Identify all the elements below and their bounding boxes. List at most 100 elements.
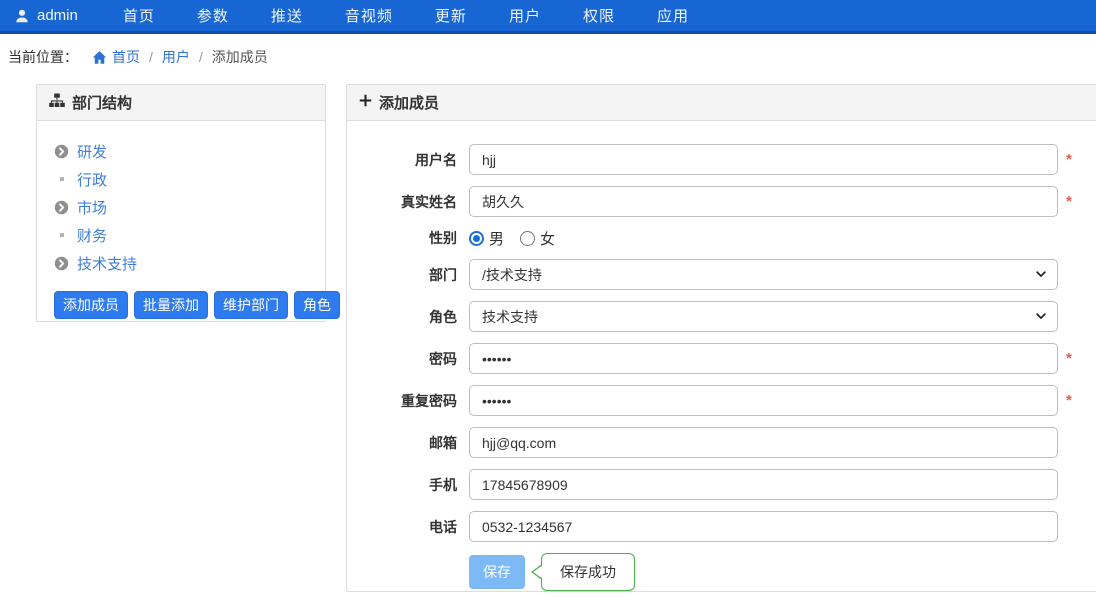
phone-label: 电话 [347, 517, 457, 537]
form-row-phone: 电话 [347, 511, 1096, 542]
gender-option-label: 女 [540, 228, 555, 249]
form-row-username: 用户名 * [347, 144, 1096, 175]
role-label: 角色 [347, 307, 457, 327]
realname-input[interactable] [469, 186, 1058, 217]
email-label: 邮箱 [347, 433, 457, 453]
gender-radio-male[interactable]: 男 [469, 228, 504, 249]
username-label: 用户名 [347, 150, 457, 170]
nav-item-push[interactable]: 推送 [250, 5, 324, 26]
add-member-panel: 添加成员 用户名 * 真实姓名 * 性别 男 [346, 84, 1096, 592]
department-select[interactable]: /技术支持 [469, 259, 1058, 290]
breadcrumb-current: 添加成员 [212, 47, 268, 67]
bullet-icon [54, 228, 69, 243]
required-asterisk: * [1066, 194, 1072, 209]
gender-option-label: 男 [489, 228, 504, 249]
phone-input[interactable] [469, 511, 1058, 542]
password-label: 密码 [347, 349, 457, 369]
breadcrumb-link-home[interactable]: 首页 [112, 47, 140, 67]
success-tooltip: 保存成功 [541, 553, 635, 591]
tree-item-label: 行政 [77, 169, 107, 190]
nav-item-permissions[interactable]: 权限 [562, 5, 636, 26]
radio-unchecked-icon [520, 231, 535, 246]
department-buttons: 添加成员 批量添加 维护部门 角色 [54, 291, 309, 319]
add-member-panel-title: 添加成员 [379, 92, 439, 113]
tree-item-label: 财务 [77, 225, 107, 246]
nav-item-params[interactable]: 参数 [176, 5, 250, 26]
department-select-value: /技术支持 [482, 265, 542, 285]
chevron-circle-icon [54, 200, 69, 215]
password-repeat-label: 重复密码 [347, 391, 457, 411]
nav-item-users[interactable]: 用户 [488, 5, 562, 26]
role-button[interactable]: 角色 [294, 291, 340, 319]
tree-item-label: 市场 [77, 197, 107, 218]
chevron-circle-icon [54, 256, 69, 271]
required-asterisk: * [1066, 351, 1072, 366]
department-tree: 研发 行政 市场 财务 [37, 121, 325, 335]
form-row-role: 角色 技术支持 [347, 301, 1096, 332]
role-select[interactable]: 技术支持 [469, 301, 1058, 332]
add-member-panel-header: 添加成员 [347, 85, 1096, 121]
gender-label: 性别 [347, 228, 457, 248]
username-input[interactable] [469, 144, 1058, 175]
save-button[interactable]: 保存 [469, 555, 525, 589]
tree-item-market[interactable]: 市场 [54, 193, 309, 221]
form-row-email: 邮箱 [347, 427, 1096, 458]
password-repeat-input[interactable] [469, 385, 1058, 416]
form-row-mobile: 手机 [347, 469, 1096, 500]
department-panel: 部门结构 研发 行政 市场 [36, 84, 326, 322]
form-row-password-repeat: 重复密码 * [347, 385, 1096, 416]
tree-item-label: 技术支持 [77, 253, 137, 274]
form-row-realname: 真实姓名 * [347, 186, 1096, 217]
chevron-circle-icon [54, 144, 69, 159]
plus-icon [359, 94, 372, 111]
mobile-label: 手机 [347, 475, 457, 495]
add-member-form: 用户名 * 真实姓名 * 性别 男 [347, 121, 1096, 597]
role-select-value: 技术支持 [482, 307, 538, 327]
mobile-input[interactable] [469, 469, 1058, 500]
department-panel-title: 部门结构 [72, 92, 132, 113]
tree-item-tech-support[interactable]: 技术支持 [54, 249, 309, 277]
department-panel-header: 部门结构 [37, 85, 325, 121]
batch-add-button[interactable]: 批量添加 [134, 291, 208, 319]
bullet-icon [54, 172, 69, 187]
sitemap-icon [49, 93, 65, 112]
tooltip-arrow [533, 565, 543, 579]
gender-radio-female[interactable]: 女 [520, 228, 555, 249]
gender-radio-group: 男 女 [469, 228, 1058, 248]
form-row-save: 保存 保存成功 [347, 553, 1096, 591]
nav-menu: 首页 参数 推送 音视频 更新 用户 权限 应用 [102, 5, 710, 26]
breadcrumb-separator: / [149, 49, 153, 65]
page: admin 首页 参数 推送 音视频 更新 用户 权限 应用 当前位置： 首页 … [0, 0, 1096, 597]
navbar: admin 首页 参数 推送 音视频 更新 用户 权限 应用 [0, 0, 1096, 34]
tree-item-admin[interactable]: 行政 [54, 165, 309, 193]
manage-department-button[interactable]: 维护部门 [214, 291, 288, 319]
required-asterisk: * [1066, 152, 1072, 167]
user-menu[interactable]: admin [0, 7, 92, 24]
breadcrumb: 当前位置： 首页 / 用户 / 添加成员 [0, 37, 1096, 77]
tree-item-label: 研发 [77, 141, 107, 162]
chevron-down-icon [1035, 267, 1047, 283]
user-icon [14, 8, 30, 24]
password-input[interactable] [469, 343, 1058, 374]
nav-item-home[interactable]: 首页 [102, 5, 176, 26]
realname-label: 真实姓名 [347, 192, 457, 212]
tree-item-rd[interactable]: 研发 [54, 137, 309, 165]
form-row-password: 密码 * [347, 343, 1096, 374]
nav-item-audio-video[interactable]: 音视频 [324, 5, 414, 26]
breadcrumb-link-users[interactable]: 用户 [162, 47, 190, 67]
email-input[interactable] [469, 427, 1058, 458]
nav-item-apps[interactable]: 应用 [636, 5, 710, 26]
radio-checked-icon [469, 231, 484, 246]
tree-item-finance[interactable]: 财务 [54, 221, 309, 249]
home-icon [92, 50, 107, 65]
breadcrumb-label: 当前位置： [8, 47, 78, 67]
add-member-button[interactable]: 添加成员 [54, 291, 128, 319]
department-label: 部门 [347, 265, 457, 285]
nav-item-update[interactable]: 更新 [414, 5, 488, 26]
form-row-gender: 性别 男 女 [347, 228, 1096, 248]
breadcrumb-separator: / [199, 49, 203, 65]
chevron-down-icon [1035, 309, 1047, 325]
user-name: admin [37, 7, 78, 24]
required-asterisk: * [1066, 393, 1072, 408]
success-tooltip-text: 保存成功 [560, 564, 616, 580]
